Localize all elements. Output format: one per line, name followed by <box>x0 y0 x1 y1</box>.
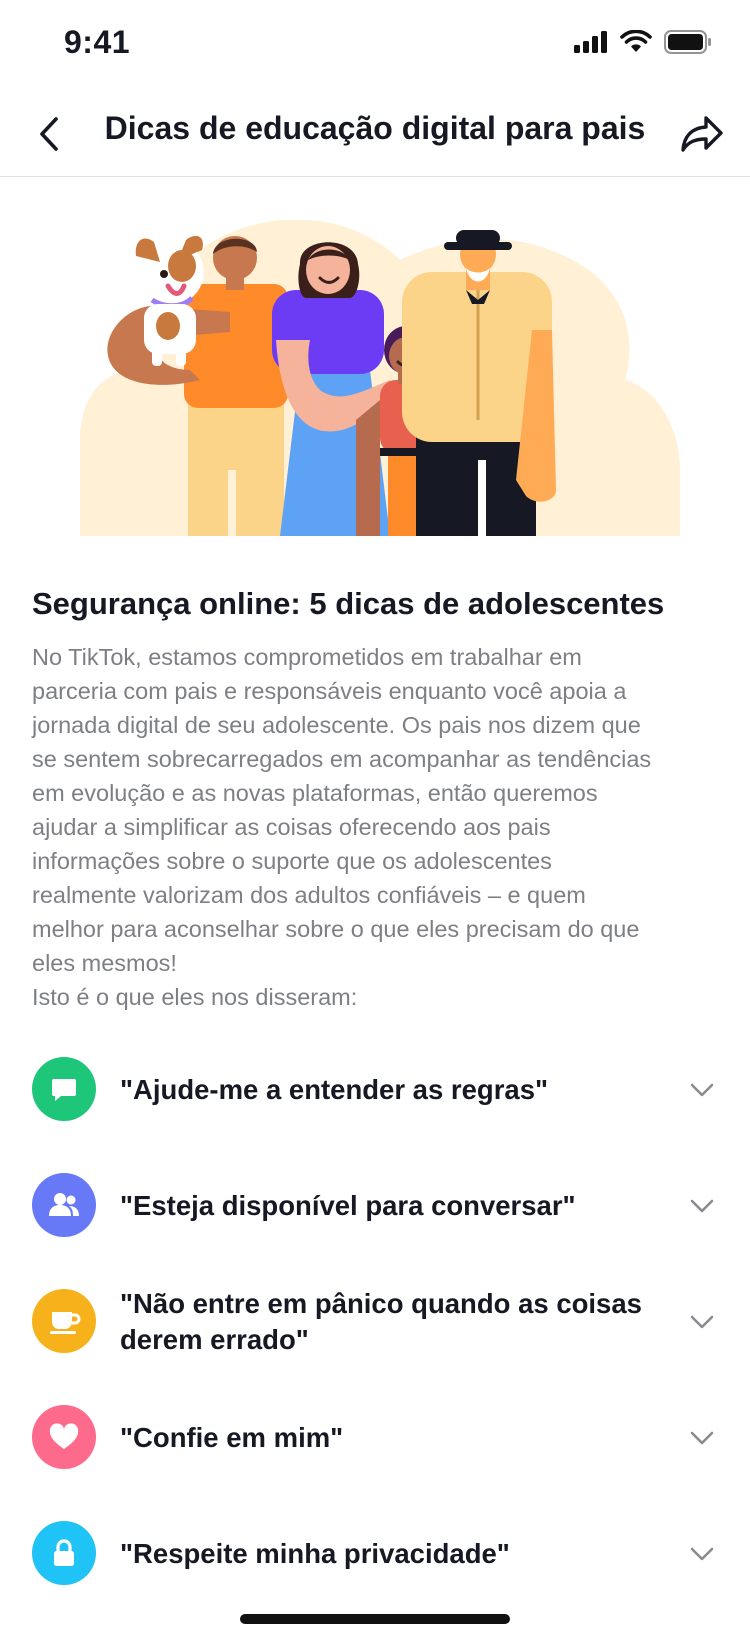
tip-item-dont-panic[interactable]: "Não entre em pânico quando as coisas de… <box>0 1264 750 1380</box>
chevron-down-icon <box>690 1547 714 1561</box>
article-title: Segurança online: 5 dicas de adolescente… <box>32 586 665 621</box>
body-line: se sentem sobrecarregados em acompanhar … <box>32 746 652 772</box>
cellular-signal-icon <box>574 31 607 53</box>
chevron-down-icon <box>690 1315 714 1329</box>
body-line: informações sobre o suporte que os adole… <box>32 848 552 874</box>
tip-item-trust[interactable]: "Confie em mim" <box>0 1380 750 1496</box>
home-indicator <box>240 1614 510 1624</box>
tip-label: "Respeite minha privacidade" <box>120 1538 510 1569</box>
page-title: Dicas de educação digital para pais <box>104 110 646 146</box>
status-bar: 9:41 <box>0 0 750 92</box>
chevron-down-icon <box>690 1431 714 1445</box>
body-line: Isto é o que eles nos disseram: <box>32 984 358 1010</box>
tips-list: "Ajude-me a entender as regras" "Esteja … <box>0 1032 750 1612</box>
body-line: No TikTok, estamos comprometidos em trab… <box>32 644 582 670</box>
chevron-down-icon <box>690 1199 714 1213</box>
tip-label: "Não entre em pânico quando as coisas de… <box>120 1288 642 1355</box>
body-line: realmente valorizam dos adultos confiáve… <box>32 882 586 908</box>
people-icon <box>32 1173 96 1237</box>
tip-label: "Confie em mim" <box>120 1422 344 1453</box>
chat-bubble-icon <box>32 1057 96 1121</box>
hero-illustration <box>80 220 680 536</box>
body-line: eles mesmos! <box>32 950 177 976</box>
body-line: melhor para aconselhar sobre o que eles … <box>32 916 640 942</box>
family-illustration <box>80 220 680 536</box>
tip-label: "Esteja disponível para conversar" <box>120 1190 576 1221</box>
tip-label: "Ajude-me a entender as regras" <box>120 1074 549 1105</box>
share-button[interactable] <box>674 106 730 162</box>
chevron-left-icon <box>40 117 58 151</box>
body-line: jornada digital de seu adolescente. Os p… <box>32 712 641 738</box>
article-body: No TikTok, estamos comprometidos em trab… <box>32 640 722 1014</box>
tip-item-available[interactable]: "Esteja disponível para conversar" <box>0 1148 750 1264</box>
tip-item-rules[interactable]: "Ajude-me a entender as regras" <box>0 1032 750 1148</box>
coffee-cup-icon <box>32 1289 96 1353</box>
body-line: parceria com pais e responsáveis enquant… <box>32 678 627 704</box>
back-button[interactable] <box>22 106 78 162</box>
chevron-down-icon <box>690 1083 714 1097</box>
tip-item-privacy[interactable]: "Respeite minha privacidade" <box>0 1496 750 1612</box>
lock-icon <box>32 1521 96 1585</box>
battery-icon <box>664 30 711 54</box>
body-line: ajudar a simplificar as coisas oferecend… <box>32 814 551 840</box>
wifi-icon <box>620 30 652 52</box>
heart-icon <box>32 1405 96 1469</box>
share-arrow-icon <box>681 116 723 152</box>
status-icons <box>574 30 712 54</box>
body-line: em evolução e as novas plataformas, entã… <box>32 780 598 806</box>
status-time: 9:41 <box>64 24 131 60</box>
nav-bar: Dicas de educação digital para pais <box>0 92 750 177</box>
